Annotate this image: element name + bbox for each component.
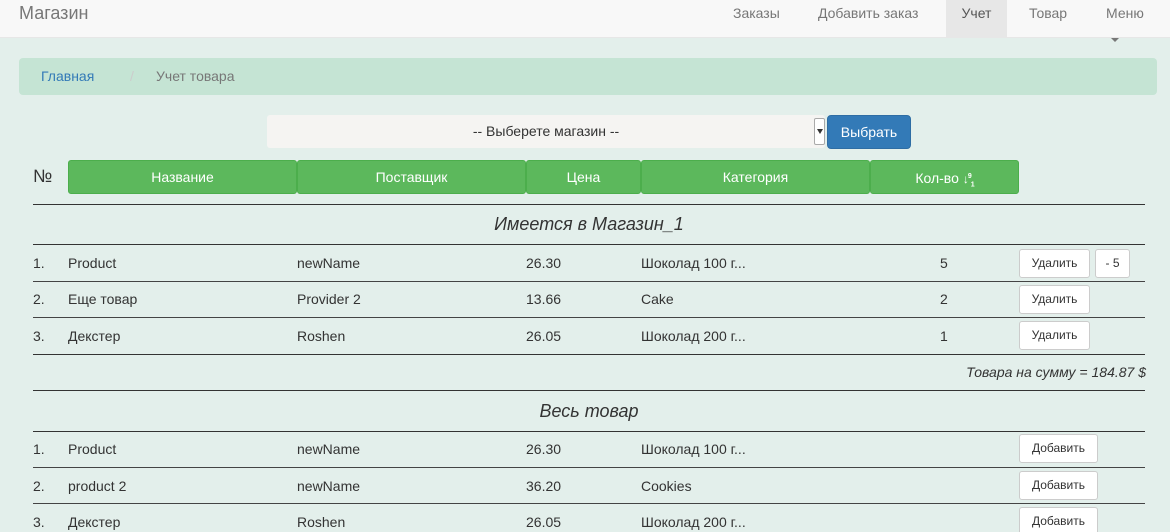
row-name: Декстер (68, 328, 121, 344)
divider (33, 354, 1145, 355)
divider (33, 467, 1145, 468)
delete-button[interactable]: Удалить (1019, 321, 1090, 350)
divider (33, 431, 1145, 432)
nav-add-order[interactable]: Добавить заказ (803, 0, 933, 38)
row-quantity: 1 (940, 328, 948, 344)
breadcrumb-current: Учет товара (156, 68, 235, 84)
add-button[interactable]: Добавить (1019, 471, 1098, 500)
row-category: Шоколад 100 г... (641, 255, 746, 271)
brand-logo[interactable]: Магазин (19, 2, 88, 24)
in-store-section-title: Имеется в Магазин_1 (494, 214, 684, 234)
divider (33, 390, 1145, 391)
add-button[interactable]: Добавить (1019, 507, 1098, 532)
row-supplier: newName (297, 478, 361, 494)
row-name: Декстер (68, 514, 121, 530)
row-category: Шоколад 100 г... (641, 441, 746, 457)
header-quantity-button[interactable]: Кол-во ↓91 (870, 160, 1019, 194)
row-price: 26.05 (526, 328, 562, 344)
breadcrumb-home-link[interactable]: Главная (41, 68, 94, 84)
caret-down-icon (1111, 38, 1119, 43)
add-button[interactable]: Добавить (1019, 434, 1098, 463)
row-price: 26.30 (526, 255, 562, 271)
row-name: Еще товар (68, 291, 138, 307)
header-quantity-label: Кол-во (915, 170, 959, 186)
row-category: Cookies (641, 478, 692, 494)
nav-accounting[interactable]: Учет (946, 0, 1007, 38)
row-number: 3. (33, 328, 45, 344)
row-supplier: Roshen (297, 514, 346, 530)
row-number: 1. (33, 255, 45, 271)
nav-menu-label: Меню (1106, 5, 1144, 21)
row-price: 36.20 (526, 478, 562, 494)
breadcrumb: Главная / Учет товара (19, 58, 1157, 95)
row-name: Product (68, 441, 117, 457)
divider (33, 204, 1145, 205)
choose-store-button[interactable]: Выбрать (827, 115, 911, 149)
row-price: 13.66 (526, 291, 562, 307)
row-supplier: newName (297, 441, 361, 457)
row-number: 2. (33, 478, 45, 494)
header-price-button[interactable]: Цена (526, 160, 641, 194)
row-number: 1. (33, 441, 45, 457)
row-category: Шоколад 200 г... (641, 514, 746, 530)
delete-button[interactable]: Удалить (1019, 285, 1090, 314)
row-supplier: Roshen (297, 328, 346, 344)
row-category: Cake (641, 291, 674, 307)
decrease-quantity-button[interactable]: - 5 (1095, 249, 1130, 278)
sort-numeric-icon: ↓91 (962, 172, 975, 189)
row-name: product 2 (68, 478, 127, 494)
top-navbar: Магазин Заказы Добавить заказ Учет Товар… (0, 0, 1170, 43)
row-number: 3. (33, 514, 45, 530)
row-supplier: Provider 2 (297, 291, 361, 307)
divider (33, 503, 1145, 504)
header-supplier-button[interactable]: Поставщик (297, 160, 526, 194)
number-column-header: № (33, 166, 53, 186)
nav-orders[interactable]: Заказы (718, 0, 795, 38)
row-quantity: 5 (940, 255, 948, 271)
breadcrumb-separator: / (130, 68, 134, 84)
row-name: Product (68, 255, 117, 271)
row-price: 26.05 (526, 514, 562, 530)
row-number: 2. (33, 291, 45, 307)
nav-menu-dropdown[interactable]: Меню (1091, 0, 1170, 43)
divider (33, 244, 1145, 245)
row-category: Шоколад 200 г... (641, 328, 746, 344)
store-select-value: -- Выберете магазин -- (472, 123, 620, 139)
all-goods-section-title: Весь товар (539, 401, 639, 421)
select-arrow-icon[interactable] (814, 118, 825, 145)
total-sum: Товара на сумму = 184.87 $ (966, 364, 1146, 380)
header-category-button[interactable]: Категория (641, 160, 870, 194)
nav-goods[interactable]: Товар (1014, 0, 1082, 38)
delete-button[interactable]: Удалить (1019, 249, 1090, 278)
row-price: 26.30 (526, 441, 562, 457)
divider (33, 317, 1145, 318)
row-supplier: newName (297, 255, 361, 271)
header-name-button[interactable]: Название (68, 160, 297, 194)
row-quantity: 2 (940, 291, 948, 307)
store-select[interactable]: -- Выберете магазин -- (267, 115, 825, 148)
divider (33, 281, 1145, 282)
